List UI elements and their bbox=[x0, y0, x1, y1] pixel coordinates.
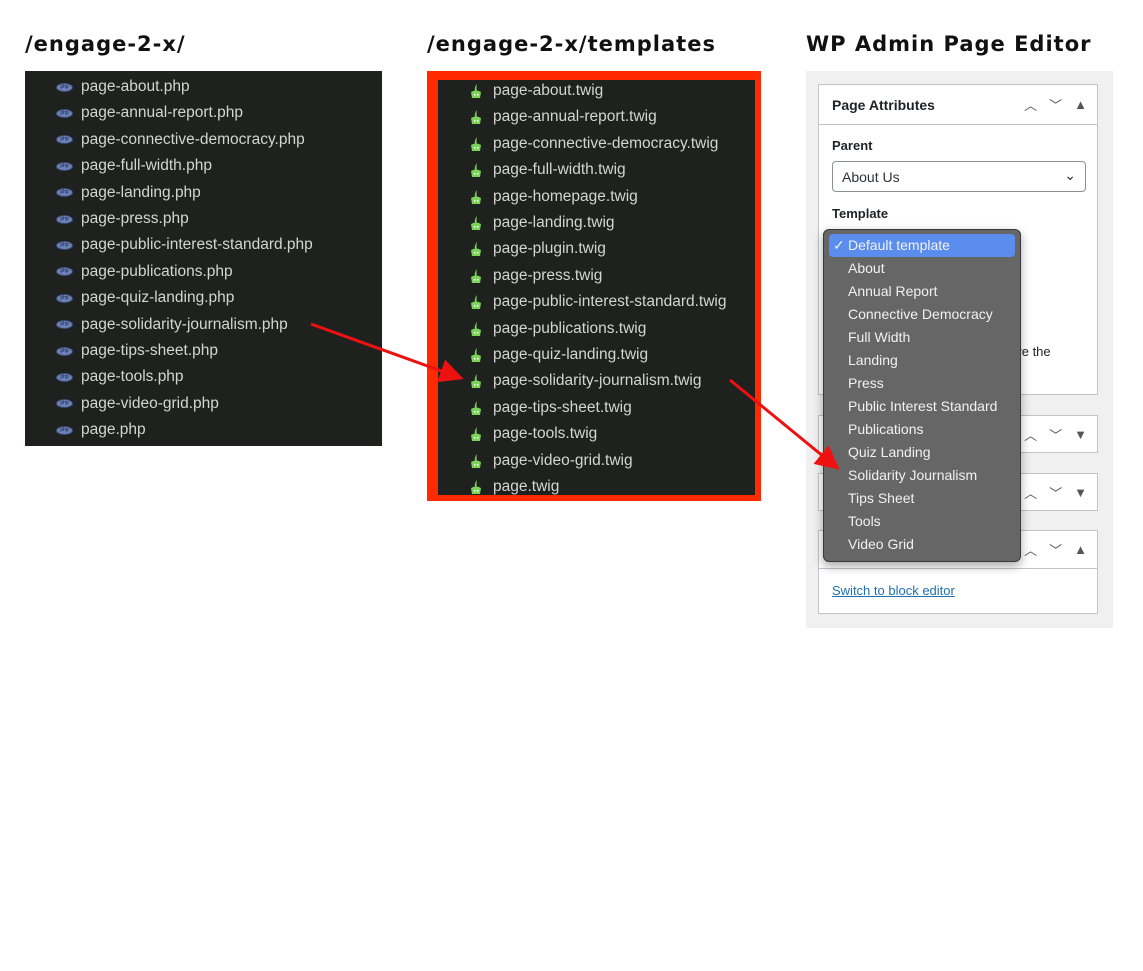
arrow-twig-to-template bbox=[729, 378, 840, 470]
arrows-overlay bbox=[310, 322, 840, 470]
arrow-php-to-twig bbox=[310, 322, 464, 383]
